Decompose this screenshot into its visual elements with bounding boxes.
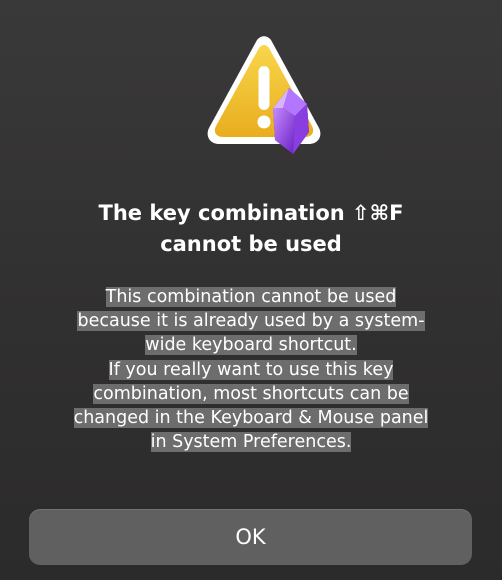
dialog-message[interactable]: This combination cannot be used because …	[40, 285, 462, 454]
message-line: because it is already used by a system-	[77, 311, 425, 332]
message-line: changed in the Keyboard & Mouse panel	[73, 407, 429, 428]
warning-triangle-icon	[195, 36, 325, 156]
obsidian-crystal-icon	[273, 88, 309, 154]
message-line: in System Preferences.	[150, 432, 352, 453]
alert-dialog: The key combination ⇧⌘F cannot be used T…	[0, 0, 502, 580]
dialog-title: The key combination ⇧⌘F cannot be used	[40, 198, 462, 260]
dialog-title-line: cannot be used	[160, 232, 342, 256]
message-line: combination, most shortcuts can be	[93, 383, 409, 404]
dialog-title-line: The key combination ⇧⌘F	[98, 201, 404, 225]
message-line: If you really want to use this key	[108, 359, 394, 380]
ok-button[interactable]: OK	[29, 509, 472, 565]
message-line: wide keyboard shortcut.	[145, 335, 357, 356]
message-line: This combination cannot be used	[105, 287, 397, 307]
